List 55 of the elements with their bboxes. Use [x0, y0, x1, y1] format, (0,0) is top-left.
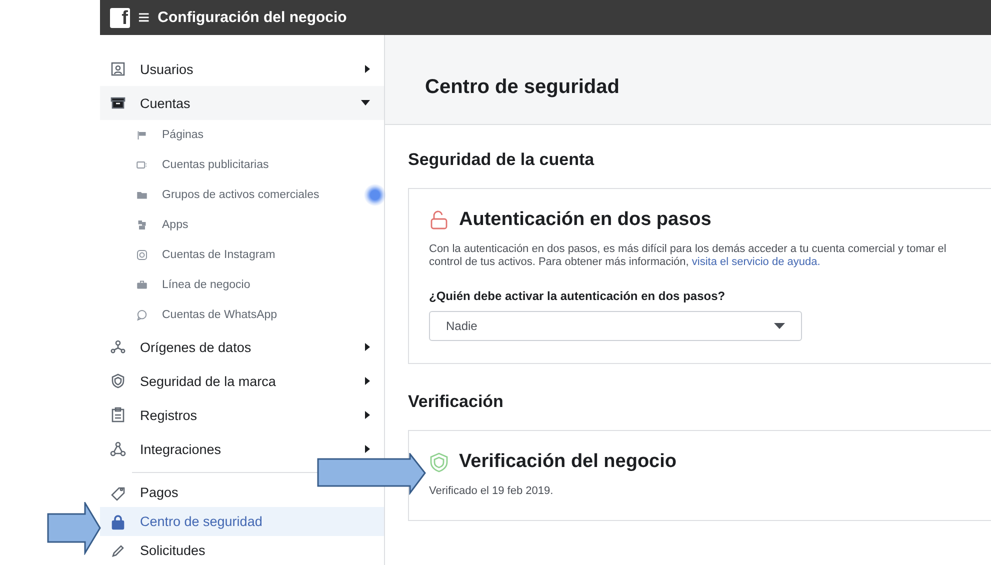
lock-icon — [110, 514, 126, 530]
sidebar-subitem[interactable]: Páginas — [100, 120, 384, 150]
camera-icon — [136, 249, 148, 261]
sidebar-item[interactable]: Cuentas — [100, 86, 384, 120]
verification-status: Verificado el 19 feb 2019. — [429, 485, 554, 498]
users-icon — [110, 61, 126, 77]
network-icon — [110, 339, 126, 355]
archive-box-icon — [110, 95, 126, 111]
card-title: Autenticación en dos pasos — [459, 209, 712, 231]
sidebar-subitem[interactable]: Apps — [100, 210, 384, 240]
tag-icon — [110, 484, 126, 500]
sidebar-item[interactable]: Pagos — [110, 484, 178, 500]
caret-right-icon — [365, 377, 370, 385]
caret-right-icon — [365, 411, 370, 419]
caret-down-icon — [774, 323, 785, 329]
help-link[interactable]: visita el servicio de ayuda. — [692, 256, 820, 268]
section-heading: Seguridad de la cuenta — [408, 150, 596, 170]
menu-button[interactable]: ≡ — [138, 8, 150, 28]
briefcase-icon — [136, 279, 148, 291]
clipboard-icon — [110, 407, 126, 423]
sidebar-subitem[interactable]: Línea de negocio — [100, 270, 384, 300]
sidebar-subitem[interactable]: Cuentas de Instagram — [100, 240, 384, 270]
sidebar-item[interactable]: Orígenes de datos — [110, 339, 252, 355]
caret-down-icon — [361, 100, 370, 106]
sidebar-subitem[interactable]: Cuentas publicitarias — [100, 150, 384, 180]
card-icon — [136, 159, 148, 171]
section-heading: Verificación — [408, 392, 504, 412]
logo[interactable]: f — [110, 8, 130, 28]
caret-right-icon — [365, 65, 370, 73]
open-padlock-icon — [429, 210, 449, 230]
caret-right-icon — [365, 343, 370, 351]
caret-right-icon — [365, 445, 370, 453]
sidebar-item[interactable]: Integraciones — [110, 441, 222, 457]
field-label: ¿Quién debe activar la autenticación en dos pasos? — [429, 289, 726, 303]
select-dropdown[interactable]: Nadie — [429, 311, 802, 341]
chat-bubble-icon — [136, 309, 148, 321]
page-title: Centro de seguridad — [425, 76, 620, 99]
sidebar-item[interactable]: Solicitudes — [110, 542, 206, 558]
sidebar-item[interactable]: Registros — [110, 407, 198, 423]
sidebar-item[interactable]: Usuarios — [110, 61, 194, 77]
flag-icon — [136, 129, 148, 141]
cursor-highlight — [364, 184, 386, 206]
pencil-icon — [110, 542, 126, 558]
card-title: Verificación del negocio — [459, 451, 677, 473]
shield-icon — [110, 373, 126, 389]
card-description: Con la autenticación en dos pasos, es más difícil para los demás acceder a tu cuenta comercial y tomar el control de tus activos. Para obtener más información, visita el servicio de ayuda. — [429, 243, 948, 269]
folder-icon — [136, 189, 148, 201]
nodes-icon — [110, 441, 126, 457]
arrow-annotation — [47, 502, 102, 555]
sidebar-item[interactable]: Seguridad de la marca — [110, 373, 276, 389]
sidebar-subitem[interactable]: Grupos de activos comerciales — [100, 180, 384, 210]
cubes-icon — [136, 219, 148, 231]
sidebar-subitem[interactable]: Cuentas de WhatsApp — [100, 300, 384, 330]
app-title: Configuración del negocio — [158, 9, 347, 26]
sidebar-item[interactable]: Centro de seguridad — [100, 507, 384, 536]
